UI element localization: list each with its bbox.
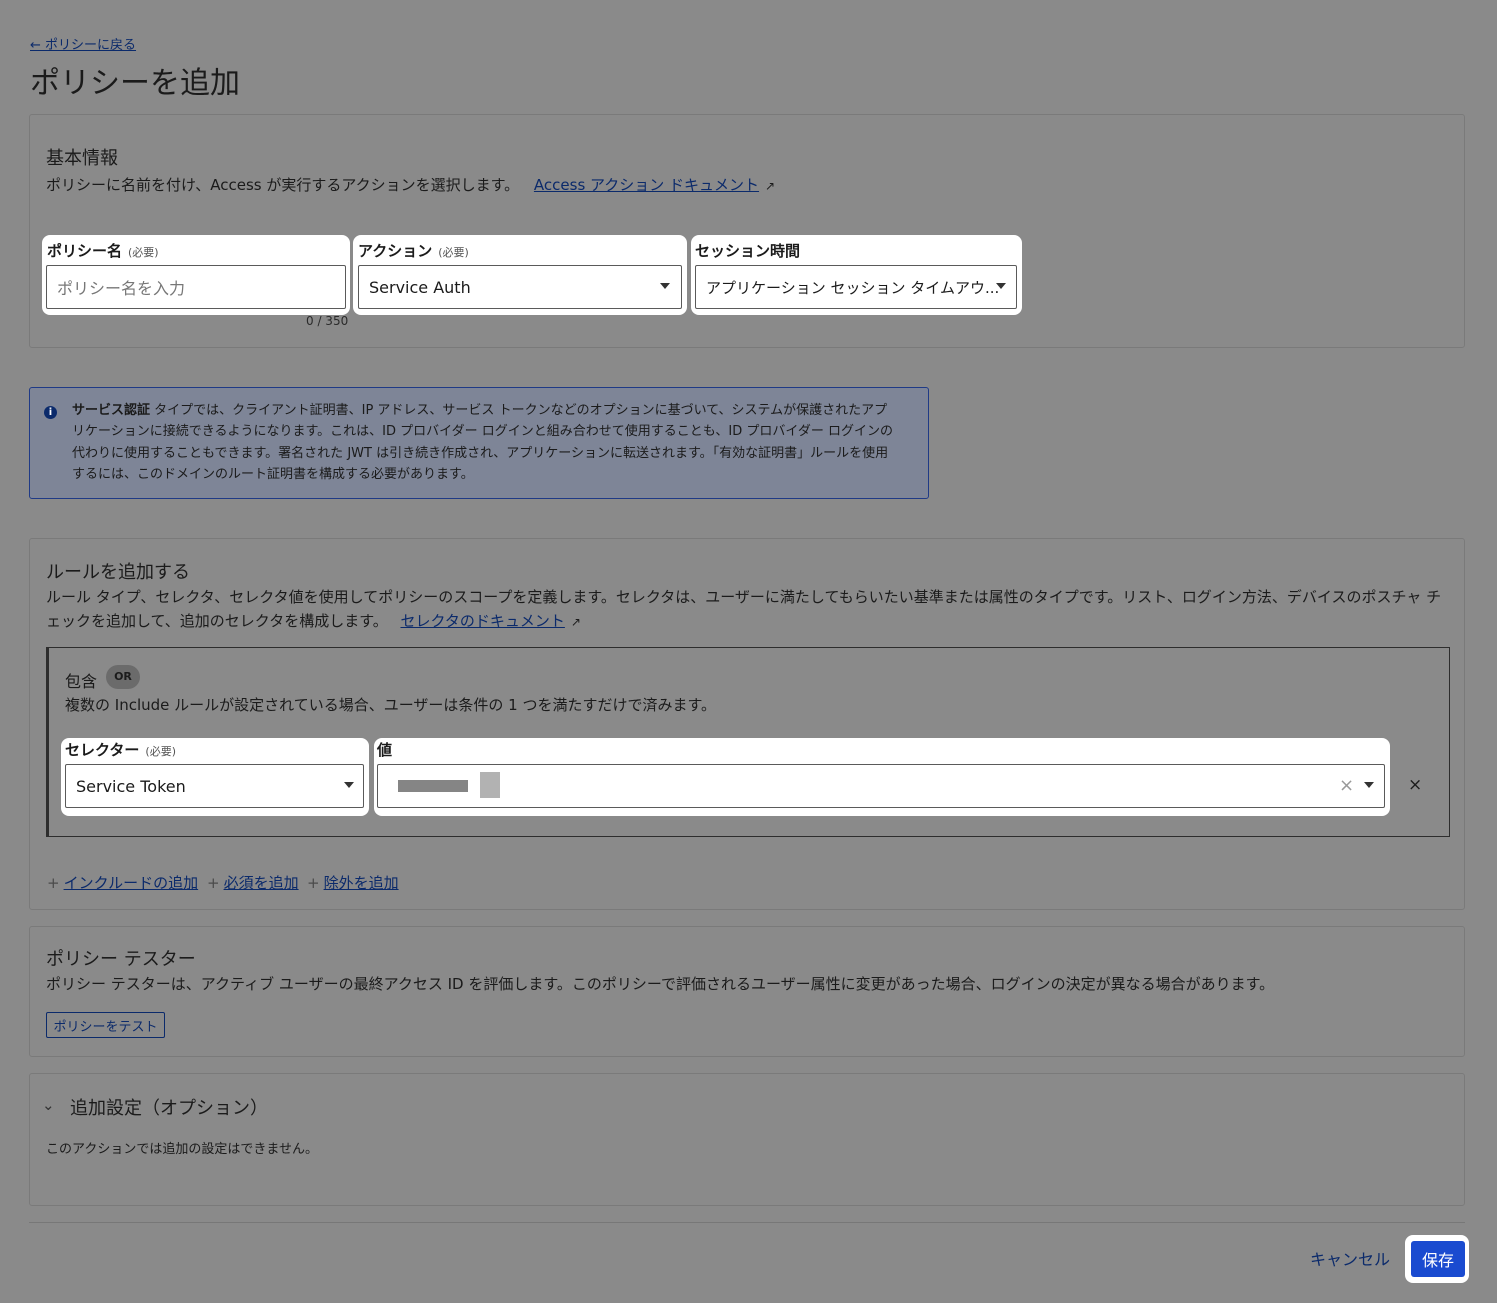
action-select-value: Service Auth <box>369 277 471 297</box>
policy-name-label: ポリシー名 (必要) <box>47 242 159 260</box>
remove-rule-icon[interactable]: × <box>1408 775 1422 795</box>
policy-tester-title: ポリシー テスター <box>46 949 196 970</box>
add-require-link[interactable]: + 必須を追加 <box>207 872 299 893</box>
info-icon: i <box>44 406 57 419</box>
service-auth-info-banner: i サービス認証 タイプでは、クライアント証明書、IP アドレス、サービス トー… <box>29 387 929 499</box>
action-select[interactable]: Service Auth <box>358 265 682 309</box>
include-desc: 複数の Include ルールが設定されている場合、ユーザーは条件の 1 つを満… <box>65 696 716 714</box>
session-duration-label: セッション時間 <box>695 242 801 260</box>
value-label: 値 <box>377 741 393 759</box>
external-link-icon: ↗ <box>765 179 776 193</box>
back-link[interactable]: ← ポリシーに戻る <box>30 34 136 53</box>
include-title: 包含 <box>65 672 98 691</box>
session-duration-select[interactable]: アプリケーション セッション タイムアウ... <box>695 265 1017 309</box>
session-duration-value: アプリケーション セッション タイムアウ... <box>706 278 1000 297</box>
clear-value-icon[interactable]: × <box>1339 775 1354 796</box>
caret-down-icon <box>996 283 1006 289</box>
caret-down-icon <box>344 782 354 788</box>
selector-required: (必要) <box>145 745 176 758</box>
add-include-link[interactable]: + インクルードの追加 <box>47 872 198 893</box>
info-banner-text: サービス認証 タイプでは、クライアント証明書、IP アドレス、サービス トークン… <box>72 403 893 482</box>
page-title: ポリシーを追加 <box>30 66 240 101</box>
policy-tester-desc: ポリシー テスターは、アクティブ ユーザーの最終アクセス ID を評価します。こ… <box>46 975 1275 993</box>
add-exclude-link[interactable]: + 除外を追加 <box>307 872 399 893</box>
footer-divider <box>29 1222 1465 1223</box>
external-link-icon: ↗ <box>570 615 581 629</box>
test-policy-button[interactable]: ポリシーをテスト <box>46 1012 165 1038</box>
caret-down-icon <box>1364 782 1374 788</box>
chevron-down-icon[interactable]: ⌄ <box>42 1096 55 1114</box>
redacted-token-chip <box>398 780 468 792</box>
additional-settings-title[interactable]: 追加設定（オプション） <box>70 1094 268 1120</box>
basic-info-title: 基本情報 <box>46 148 118 169</box>
additional-settings-desc: このアクションでは追加の設定はできません。 <box>46 1142 318 1157</box>
basic-info-desc: ポリシーに名前を付け、Access が実行するアクションを選択します。 Acce… <box>46 173 775 198</box>
redacted-token-chip <box>480 772 500 798</box>
value-select[interactable] <box>377 764 1385 808</box>
save-button[interactable]: 保存 <box>1411 1241 1465 1277</box>
policy-tester-card: ポリシー テスター ポリシー テスターは、アクティブ ユーザーの最終アクセス I… <box>29 926 1465 1057</box>
selector-select[interactable]: Service Token <box>65 764 364 808</box>
selector-label: セレクター (必要) <box>65 741 176 759</box>
caret-down-icon <box>660 283 670 289</box>
rules-desc: ルール タイプ、セレクタ、セレクタ値を使用してポリシーのスコープを定義します。セ… <box>46 585 1446 634</box>
selector-value: Service Token <box>76 776 186 796</box>
basic-info-desc-text: ポリシーに名前を付け、Access が実行するアクションを選択します。 <box>46 176 520 194</box>
policy-name-counter: 0 / 350 <box>306 314 349 328</box>
policy-name-required: (必要) <box>128 246 159 259</box>
cancel-button[interactable]: キャンセル <box>1310 1246 1390 1270</box>
selector-doc-link[interactable]: セレクタのドキュメント <box>400 612 564 630</box>
access-action-doc-link[interactable]: Access アクション ドキュメント <box>534 176 759 194</box>
action-label: アクション (必要) <box>358 242 469 260</box>
action-required: (必要) <box>438 246 469 259</box>
additional-settings-card: ⌄ 追加設定（オプション） このアクションでは追加の設定はできません。 <box>29 1073 1465 1206</box>
rules-title: ルールを追加する <box>46 562 190 583</box>
policy-name-input[interactable]: ポリシー名を入力 <box>46 265 346 309</box>
or-badge: OR <box>106 665 140 689</box>
